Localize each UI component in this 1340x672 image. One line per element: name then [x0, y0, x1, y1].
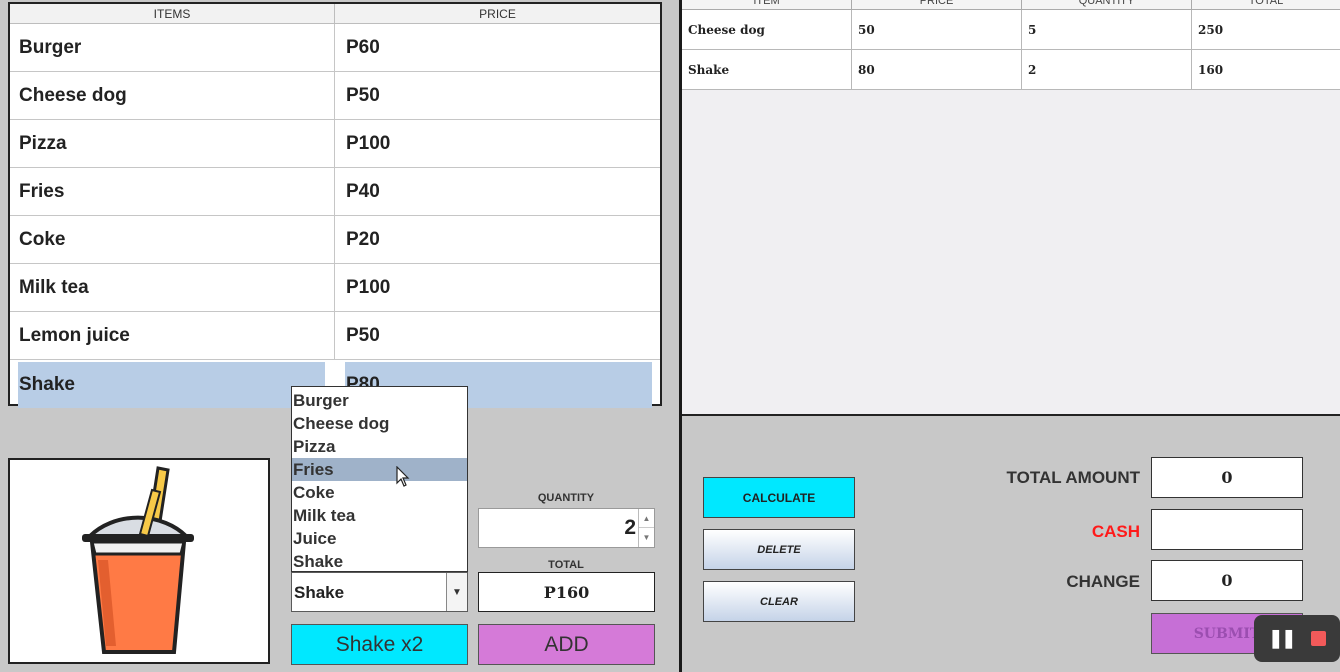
cash-input[interactable]	[1151, 509, 1303, 550]
menu-item-name: Cheese dog	[10, 72, 335, 119]
item-combobox[interactable]: Shake ▼	[291, 572, 468, 612]
decrement-arrow-icon[interactable]: ▼	[639, 528, 654, 547]
combobox-selected-value: Shake	[294, 583, 345, 602]
total-amount-field: 0	[1151, 457, 1303, 498]
total-field: P160	[478, 572, 655, 612]
calculate-button[interactable]: CALCULATE	[703, 477, 855, 518]
menu-row[interactable]: Lemon juice P50	[10, 312, 660, 360]
menu-item-price: P60	[346, 36, 380, 58]
dropdown-option[interactable]: Cheese dog	[292, 412, 467, 435]
cart-header-quantity[interactable]: QUANTITY	[1022, 0, 1192, 9]
dropdown-option[interactable]: Burger	[292, 389, 467, 412]
menu-item-name: Coke	[10, 216, 335, 263]
menu-row[interactable]: Cheese dog P50	[10, 72, 660, 120]
change-label: CHANGE	[1066, 572, 1140, 591]
increment-arrow-icon[interactable]: ▲	[639, 509, 654, 528]
milkshake-icon	[82, 466, 194, 654]
dropdown-option[interactable]: Shake	[292, 550, 467, 573]
menu-item-name: Pizza	[10, 120, 335, 167]
menu-row[interactable]: Pizza P100	[10, 120, 660, 168]
cart-item: Cheese dog	[682, 10, 852, 49]
add-button[interactable]: ADD	[478, 624, 655, 665]
dropdown-option[interactable]: Juice	[292, 527, 467, 550]
mouse-cursor-icon	[396, 466, 410, 487]
menu-item-name: Shake	[18, 362, 325, 408]
menu-item-price: P50	[346, 324, 380, 346]
menu-row[interactable]: Milk tea P100	[10, 264, 660, 312]
menu-item-price: P50	[346, 84, 380, 106]
chevron-down-icon[interactable]: ▼	[446, 573, 467, 611]
cart-header-total[interactable]: TOTAL	[1192, 0, 1340, 9]
menu-table-header: ITEMS PRICE	[10, 4, 660, 24]
billing-panel: CALCULATE DELETE CLEAR TOTAL AMOUNT 0 CA…	[682, 416, 1340, 672]
cart-table-header: ITEM PRICE QUANTITY TOTAL	[682, 0, 1340, 10]
menu-item-name: Lemon juice	[10, 312, 335, 359]
cart-item: Shake	[682, 50, 852, 89]
item-dropdown-list: Burger Cheese dog Pizza Fries Coke Milk …	[291, 386, 468, 572]
quantity-label: QUANTITY	[537, 492, 595, 504]
cart-total: 250	[1198, 22, 1224, 37]
menu-item-price: P100	[346, 132, 391, 154]
dropdown-option[interactable]: Milk tea	[292, 504, 467, 527]
menu-row[interactable]: Burger P60	[10, 24, 660, 72]
total-label: TOTAL	[548, 559, 584, 571]
recording-controls: ❚❚	[1254, 615, 1340, 662]
dropdown-option[interactable]: Coke	[292, 481, 467, 504]
stepper-buttons: ▲ ▼	[638, 509, 654, 547]
cart-row[interactable]: Shake 80 2 160	[682, 50, 1340, 90]
change-field: 0	[1151, 560, 1303, 601]
cart-header-price[interactable]: PRICE	[852, 0, 1022, 9]
cart-table: ITEM PRICE QUANTITY TOTAL Cheese dog 50 …	[682, 0, 1340, 414]
menu-item-name: Milk tea	[10, 264, 335, 311]
menu-row[interactable]: Fries P40	[10, 168, 660, 216]
clear-button[interactable]: CLEAR	[703, 581, 855, 622]
menu-header-price[interactable]: PRICE	[335, 4, 660, 23]
order-summary-button[interactable]: Shake x2	[291, 624, 468, 665]
menu-item-price: P20	[346, 228, 380, 250]
cash-label: CASH	[1091, 522, 1140, 541]
delete-button[interactable]: DELETE	[703, 529, 855, 570]
quantity-stepper[interactable]: 2 ▲ ▼	[478, 508, 655, 548]
cart-header-item[interactable]: ITEM	[682, 0, 852, 9]
cart-price: 80	[852, 50, 1022, 89]
total-amount-label: TOTAL AMOUNT	[1006, 468, 1140, 487]
cart-quantity: 2	[1022, 50, 1192, 89]
cart-price: 50	[852, 10, 1022, 49]
product-image-panel	[8, 458, 270, 664]
dropdown-option[interactable]: Pizza	[292, 435, 467, 458]
cart-quantity: 5	[1022, 10, 1192, 49]
menu-item-name: Burger	[10, 24, 335, 71]
menu-item-name: Fries	[10, 168, 335, 215]
stop-icon[interactable]	[1310, 631, 1326, 646]
pause-icon[interactable]: ❚❚	[1268, 628, 1296, 649]
menu-item-price: P100	[346, 276, 391, 298]
dropdown-option-hovered[interactable]: Fries	[292, 458, 467, 481]
quantity-value: 2	[624, 516, 636, 539]
cart-total: 160	[1198, 62, 1224, 77]
menu-item-price: P40	[346, 180, 380, 202]
cart-row[interactable]: Cheese dog 50 5 250	[682, 10, 1340, 50]
menu-row[interactable]: Coke P20	[10, 216, 660, 264]
order-panel: ITEMS PRICE Burger P60 Cheese dog P50 Pi…	[0, 0, 680, 672]
menu-table: ITEMS PRICE Burger P60 Cheese dog P50 Pi…	[8, 2, 662, 408]
menu-header-items[interactable]: ITEMS	[10, 4, 335, 23]
